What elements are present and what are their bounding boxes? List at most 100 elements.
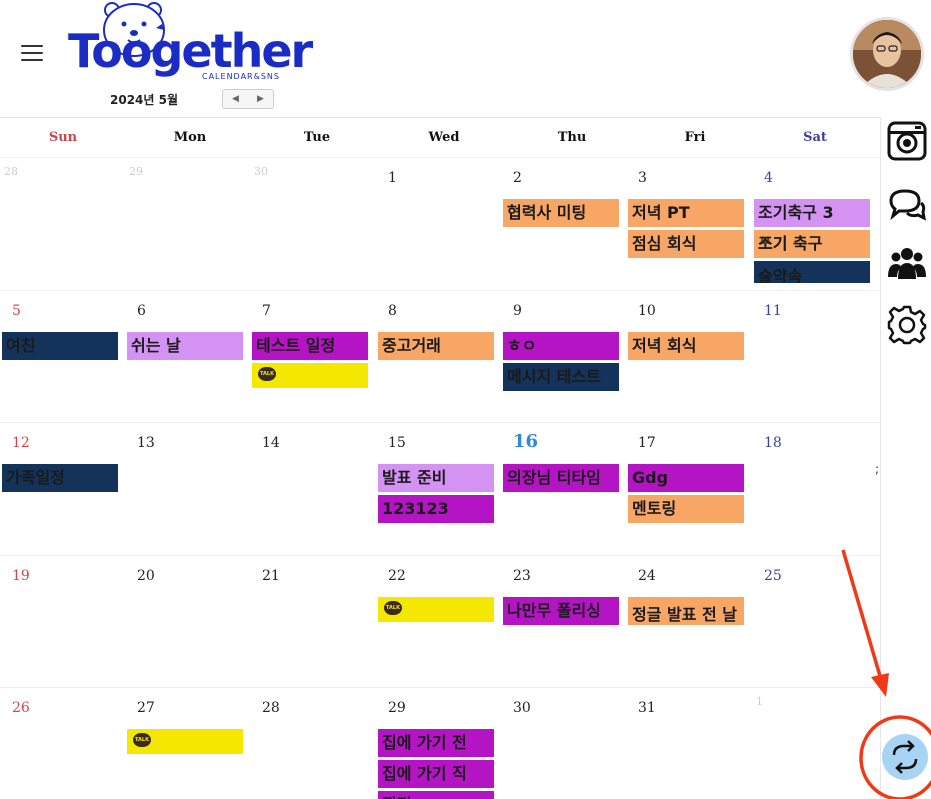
day-cell[interactable]: 28 — [0, 158, 125, 291]
prev-month-button[interactable]: ◀ — [223, 90, 248, 108]
day-number: 10 — [638, 303, 656, 319]
day-number: 13 — [137, 435, 155, 451]
instagram-icon[interactable] — [887, 121, 927, 161]
day-cell[interactable]: 27 TALK — [125, 688, 250, 799]
calendar-event[interactable]: 점심 회식 — [628, 230, 744, 258]
day-cell[interactable]: 14 — [250, 423, 375, 556]
day-number: 1 — [756, 695, 763, 708]
day-cell[interactable]: 8 중고거래 — [376, 291, 501, 423]
day-cell[interactable]: 28 — [250, 688, 375, 799]
day-cell[interactable]: 16 의장님 티타임 — [501, 423, 626, 556]
day-cell[interactable]: 7 테스트 일정 TALK — [250, 291, 375, 423]
day-cell[interactable]: 22 TALK — [376, 556, 501, 688]
day-number: 30 — [254, 165, 268, 178]
day-cell[interactable]: 24 정글 발표 전 날 — [626, 556, 751, 688]
weekday-label-tue: Tue — [303, 130, 331, 145]
day-number: 25 — [764, 568, 782, 584]
calendar-event[interactable]: 메시지 테스트 — [503, 363, 619, 391]
day-cell[interactable]: 15 발표 준비 123123 — [376, 423, 501, 556]
day-cell[interactable]: 30 — [501, 688, 626, 799]
day-cell[interactable]: 29 — [125, 158, 250, 291]
calendar-event[interactable]: 조기축구 3 — [754, 199, 870, 227]
day-number: 11 — [764, 303, 782, 319]
day-number: 19 — [12, 568, 30, 584]
day-cell[interactable]: 13 — [125, 423, 250, 556]
day-cell[interactable]: 2 협력사 미팅 — [501, 158, 626, 291]
day-cell[interactable]: 19 — [0, 556, 125, 688]
day-cell[interactable]: 29 집에 가기 전 집에 가기 직 집전 — [376, 688, 501, 799]
month-calendar: Sun Mon Tue Wed Thu Fri Sat 28 29 30 1 2… — [0, 117, 880, 799]
calendar-event[interactable]: 쉬는 날 — [127, 332, 243, 360]
calendar-event[interactable]: 집에 가기 직 — [378, 760, 494, 788]
next-month-button[interactable]: ▶ — [248, 90, 273, 108]
current-month-label: 2024년 5월 — [110, 93, 179, 107]
logo-wordmark: Toogether — [68, 24, 313, 78]
day-cell[interactable]: 1 — [752, 688, 877, 799]
users-icon[interactable] — [887, 243, 927, 283]
day-cell[interactable]: 6 쉬는 날 — [125, 291, 250, 423]
calendar-event[interactable]: 123123 — [378, 495, 494, 523]
day-number: 3 — [638, 170, 647, 186]
calendar-event[interactable]: 테스트 일정 — [252, 332, 368, 360]
day-cell[interactable]: 23 나만무 폴리싱 — [501, 556, 626, 688]
day-cell[interactable]: 31 — [626, 688, 751, 799]
calendar-event[interactable]: Gdg — [628, 464, 744, 492]
hamburger-line — [21, 52, 43, 54]
day-number: 15 — [388, 435, 406, 451]
calendar-event[interactable]: ㅎㅇ — [503, 332, 619, 360]
week-row: 19 20 21 22 TALK 23 나만무 폴리싱 24 정글 발표 전 날… — [0, 556, 880, 688]
day-number: 17 — [638, 435, 656, 451]
day-number: 18 — [764, 435, 782, 451]
day-cell[interactable]: 9 ㅎㅇ 메시지 테스트 — [501, 291, 626, 423]
calendar-event[interactable]: 저녁 PT — [628, 199, 744, 227]
calendar-event[interactable]: 가족일정 — [2, 464, 118, 492]
app-logo[interactable]: Toogether CALENDAR&SNS — [68, 0, 318, 88]
kakao-event[interactable]: TALK — [252, 363, 368, 388]
hamburger-menu-button[interactable] — [21, 45, 43, 62]
day-cell[interactable]: 4 조기축구 3 조기 축구 쓰기 술약속 — [752, 158, 877, 291]
week-row: 26 27 TALK 28 29 집에 가기 전 집에 가기 직 집전 30 3… — [0, 688, 880, 799]
sync-button[interactable] — [882, 734, 928, 780]
day-number-today: 16 — [513, 431, 539, 452]
calendar-event[interactable]: 나만무 폴리싱 — [503, 597, 619, 625]
calendar-event[interactable]: 의장님 티타임 — [503, 464, 619, 492]
calendar-event[interactable]: 집전 — [378, 791, 494, 799]
user-avatar[interactable] — [850, 17, 924, 91]
day-cell[interactable]: 25 — [752, 556, 877, 688]
calendar-event[interactable]: 협력사 미팅 — [503, 199, 619, 227]
day-cell[interactable]: 20 — [125, 556, 250, 688]
calendar-event[interactable]: 멘토링 — [628, 495, 744, 523]
calendar-event[interactable]: 저녁 회식 — [628, 332, 744, 360]
day-cell[interactable]: 3 저녁 PT 점심 회식 — [626, 158, 751, 291]
day-number: 22 — [388, 568, 406, 584]
day-cell[interactable]: 5 여친 — [0, 291, 125, 423]
settings-gear-icon[interactable] — [887, 305, 927, 345]
calendar-event[interactable]: 정글 발표 전 날 — [628, 597, 744, 625]
chat-bubbles-icon[interactable] — [887, 185, 927, 225]
day-cell[interactable]: 11 — [752, 291, 877, 423]
day-cell[interactable]: 18 — [752, 423, 877, 556]
day-cell[interactable]: 17 Gdg 멘토링 — [626, 423, 751, 556]
calendar-event[interactable]: 조기 축구 쓰기 — [754, 230, 870, 258]
calendar-event[interactable]: 중고거래 — [378, 332, 494, 360]
kakaotalk-icon: TALK — [384, 601, 402, 615]
day-cell[interactable]: 12 가족일정 — [0, 423, 125, 556]
day-cell[interactable]: 10 저녁 회식 — [626, 291, 751, 423]
calendar-event[interactable]: 발표 준비 — [378, 464, 494, 492]
day-cell[interactable]: 30 — [250, 158, 375, 291]
kakao-event[interactable]: TALK — [127, 729, 243, 754]
hamburger-line — [21, 45, 43, 47]
day-cell[interactable]: 21 — [250, 556, 375, 688]
weekday-label-sun: Sun — [48, 130, 78, 145]
day-number: 29 — [388, 700, 406, 716]
kakao-event[interactable]: TALK — [378, 597, 494, 622]
calendar-event[interactable]: 집에 가기 전 — [378, 729, 494, 757]
day-cell[interactable]: 26 — [0, 688, 125, 799]
event-title: 정글 발표 전 날 — [632, 605, 738, 624]
calendar-event[interactable]: 술약속 — [754, 261, 870, 283]
day-number: 28 — [4, 165, 18, 178]
calendar-event[interactable]: 여친 — [2, 332, 118, 360]
day-number: 4 — [764, 170, 773, 186]
day-cell[interactable]: 1 — [376, 158, 501, 291]
day-number: 28 — [262, 700, 280, 716]
